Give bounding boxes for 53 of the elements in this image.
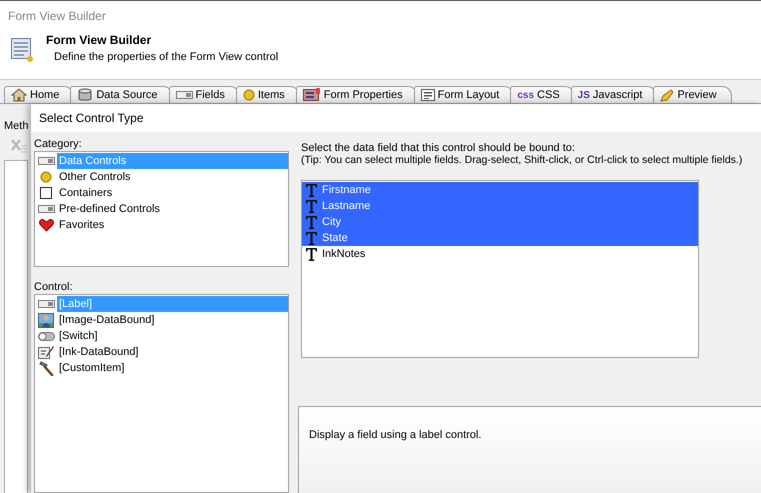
field-icon [176,91,192,99]
hammer-icon [38,360,54,376]
text-field-icon [306,216,317,228]
instruction-text: Select the data field that this control should be bound to: [301,142,576,154]
text-field-icon [306,232,317,244]
database-icon [77,88,94,102]
tab-icon-label: JS [578,90,590,100]
text-field-icon [306,200,317,212]
picture-icon [38,312,54,328]
heart-icon [38,218,54,232]
control-item[interactable]: [CustomItem] [57,360,126,376]
field-icon [38,300,54,308]
field-list[interactable]: Firstname Lastname City State InkNotes [301,180,699,358]
section-label: Meth [4,120,28,132]
toggle-switch-icon [38,332,54,340]
field-item[interactable]: Lastname [302,198,698,214]
tab[interactable]: Preview [653,86,732,103]
header-subtitle: Define the properties of the Form View control [54,51,278,63]
category-item[interactable]: Other Controls [57,169,133,185]
category-item[interactable]: Containers [57,185,114,201]
circle-icon [242,89,255,101]
field-item[interactable]: City [302,214,698,230]
category-label: Category: [34,138,83,150]
control-item[interactable]: [Switch] [57,328,100,344]
window-title: Form View Builder [7,8,107,23]
category-item[interactable]: Pre-defined Controls [57,201,162,217]
layout-icon [420,89,435,101]
tip-text: (Tip: You can select multiple fields. Drag-select, Shift-click, or Ctrl-click to select multiple fields.) [301,154,744,166]
tab-icon-label: css [517,90,534,100]
field-item[interactable]: State [302,230,698,246]
house-icon [11,88,27,102]
field-icon [38,205,54,213]
pen-icon [38,344,54,360]
control-item[interactable]: [Image-DataBound] [57,312,156,328]
form-icon [302,88,321,102]
description-text: Display a field using a label control. [309,429,482,441]
text-field-icon [306,184,317,196]
text-field-icon [306,248,317,260]
pencil-icon [660,88,674,102]
delete-icon[interactable] [10,138,28,154]
category-list[interactable]: Data Controls Other Controls Containers Pre-defined Controls Favorites [34,151,289,267]
control-item[interactable]: [Ink-DataBound] [57,344,140,360]
square-icon [40,187,52,199]
header-title: Form View Builder [46,33,152,47]
field-item[interactable]: Firstname [302,182,698,198]
control-label: Control: [34,281,74,293]
field-item[interactable]: InkNotes [302,246,698,262]
field-icon [38,157,54,165]
circle-icon [40,171,52,183]
control-list[interactable]: [Label] [Image-DataBound] [Switch] [Ink-DataBound] [CustomItem] [34,294,289,493]
category-item[interactable]: Favorites [57,217,106,233]
dialog-title: Select Control Type [31,104,761,132]
form-builder-icon [10,37,34,63]
